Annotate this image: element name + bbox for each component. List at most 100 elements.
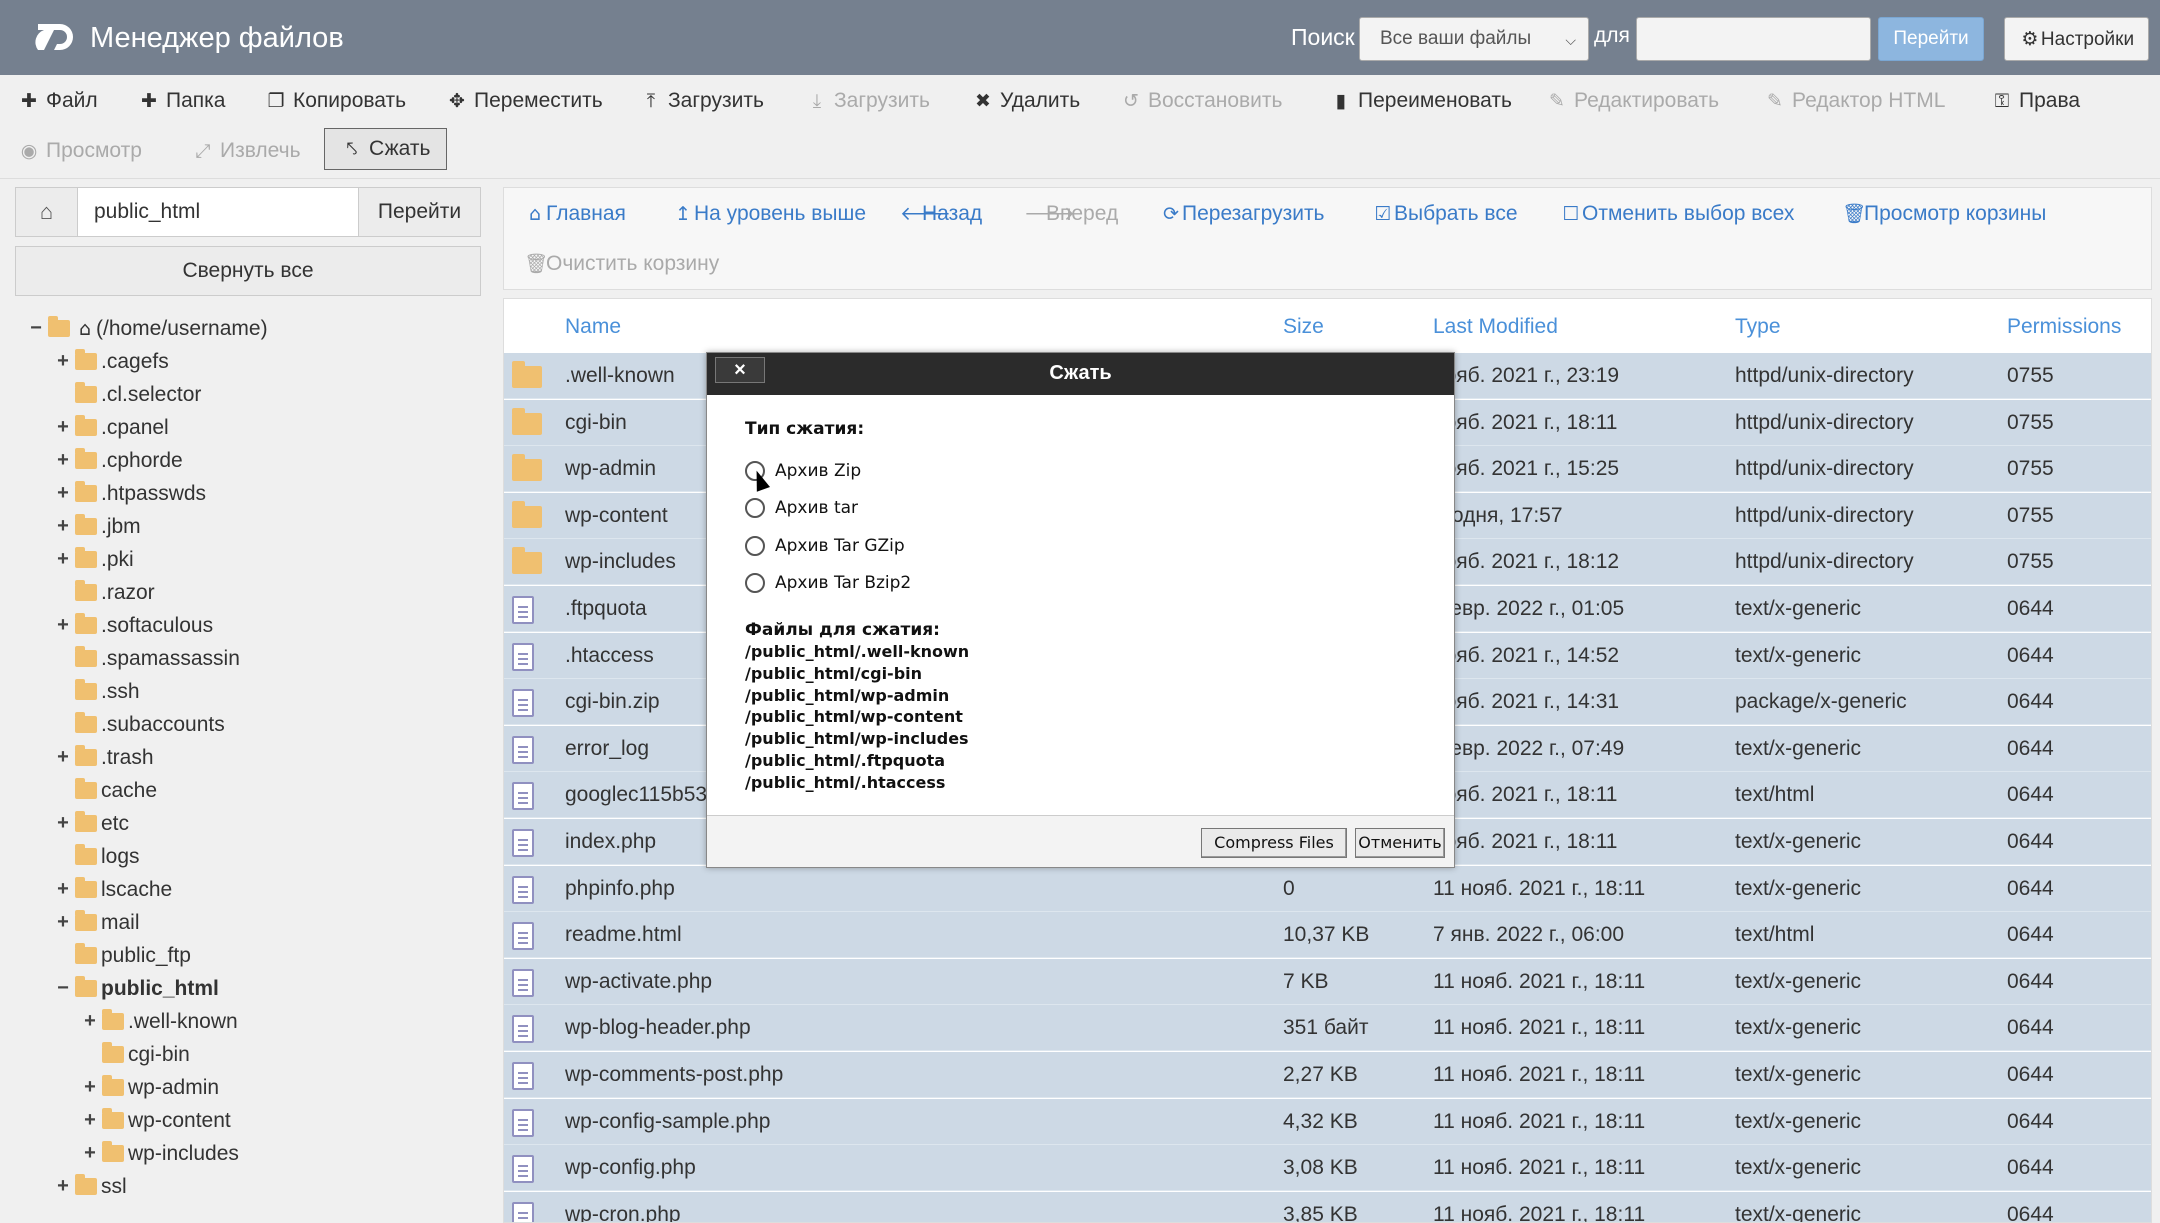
expand-icon[interactable]: + [82, 1010, 98, 1033]
search-scope-select[interactable]: Все ваши файлы ⌵ [1359, 17, 1589, 61]
nav-forward-button[interactable]: 🡒Вперед [1024, 202, 1118, 226]
tree-item[interactable]: + .htpasswds [55, 477, 206, 510]
tree-item[interactable]: + .trash [55, 741, 154, 774]
table-row[interactable]: wp-blog-header.php 351 байт 11 нояб. 2021 … [504, 1005, 2151, 1052]
expand-icon[interactable]: + [55, 515, 71, 538]
html-editor-button[interactable]: ✎ Редактор HTML [1764, 89, 1945, 113]
settings-button[interactable]: ⚙ Настройки [2004, 17, 2149, 61]
delete-button[interactable]: ✖ Удалить [972, 89, 1080, 113]
edit-button[interactable]: ✎ Редактировать [1546, 89, 1719, 113]
tree-item[interactable]: + lscache [55, 873, 172, 906]
tree-item[interactable]: .razor [55, 576, 155, 609]
download-button[interactable]: ⤓ Загрузить [806, 89, 930, 113]
expand-icon[interactable]: + [55, 812, 71, 835]
tree-item[interactable]: cgi-bin [82, 1038, 190, 1071]
expand-icon[interactable]: + [82, 1142, 98, 1165]
expand-icon[interactable]: + [55, 746, 71, 769]
compress-files-button[interactable]: Compress Files [1201, 828, 1347, 858]
expand-icon[interactable]: + [55, 449, 71, 472]
column-header-permissions[interactable]: Permissions [2007, 315, 2121, 339]
tree-item[interactable]: + .cpanel [55, 411, 169, 444]
nav-reload-button[interactable]: ⟳ Перезагрузить [1160, 202, 1324, 226]
tree-item[interactable]: + wp-includes [82, 1137, 239, 1170]
nav-back-button[interactable]: 🡐Назад [900, 202, 982, 226]
tree-item[interactable]: .spamassassin [55, 642, 240, 675]
folder-icon [75, 481, 97, 502]
dialog-close-button[interactable]: × [715, 357, 765, 383]
tree-item[interactable]: cache [55, 774, 157, 807]
expand-icon[interactable]: + [55, 350, 71, 373]
collapse-icon[interactable]: − [28, 317, 44, 340]
empty-trash-button[interactable]: 🗑Очистить корзину [524, 252, 719, 276]
view-button[interactable]: ◉ Просмотр [18, 139, 142, 163]
column-header-size[interactable]: Size [1283, 315, 1324, 339]
tree-item[interactable]: − ⌂ (/home/username) [28, 312, 268, 345]
table-row[interactable]: wp-config-sample.php 4,32 KB 11 нояб. 2021… [504, 1098, 2151, 1145]
tree-item[interactable]: .subaccounts [55, 708, 225, 741]
extract-button[interactable]: ⤢ Извлечь [192, 139, 300, 163]
table-row[interactable]: wp-cron.php 3,85 KB 11 нояб. 2021 г., 18:1… [504, 1191, 2151, 1222]
expand-icon[interactable]: + [55, 482, 71, 505]
search-input[interactable] [1636, 17, 1871, 61]
tree-item[interactable]: .cl.selector [55, 378, 201, 411]
column-header-name[interactable]: Name [565, 315, 621, 339]
column-header-modified[interactable]: Last Modified [1433, 315, 1558, 339]
table-row[interactable]: wp-comments-post.php 2,27 KB 11 нояб. 2021… [504, 1052, 2151, 1098]
search-go-button[interactable]: Перейти [1878, 17, 1984, 61]
path-input[interactable]: public_html [94, 200, 200, 224]
radio-button[interactable] [745, 536, 765, 556]
upload-button[interactable]: ⤒ Загрузить [640, 89, 764, 113]
column-header-type[interactable]: Type [1735, 315, 1781, 339]
compress-button[interactable]: ⤣ Сжать [324, 128, 448, 170]
tree-item[interactable]: + .jbm [55, 510, 141, 543]
expand-icon[interactable]: + [55, 614, 71, 637]
tree-item[interactable]: + .softaculous [55, 609, 213, 642]
radio-button[interactable] [745, 498, 765, 518]
tree-item[interactable]: − public_html [55, 972, 219, 1005]
tree-item[interactable]: + mail [55, 906, 140, 939]
tree-item[interactable]: .ssh [55, 675, 140, 708]
select-all-button[interactable]: ☑ Выбрать все [1372, 202, 1517, 226]
table-row[interactable]: phpinfo.php 0 11 нояб. 2021 г., 18:11 text/… [504, 865, 2151, 912]
table-row[interactable]: wp-config.php 3,08 KB 11 нояб. 2021 г., 18… [504, 1145, 2151, 1192]
move-button[interactable]: ✥ Переместить [446, 89, 603, 113]
tree-item[interactable]: + .pki [55, 543, 134, 576]
new-folder-button[interactable]: ✚ Папка [138, 89, 225, 113]
restore-button[interactable]: ↺ Восстановить [1120, 89, 1282, 113]
table-row[interactable]: wp-activate.php 7 KB 11 нояб. 2021 г., 18:… [504, 958, 2151, 1005]
expand-icon[interactable]: + [55, 416, 71, 439]
home-icon[interactable]: ⌂ [16, 188, 78, 236]
new-file-button[interactable]: ✚ Файл [18, 89, 98, 113]
rename-button[interactable]: ▮ Переименовать [1330, 89, 1512, 113]
tree-item[interactable]: + ssl [55, 1170, 127, 1203]
table-row[interactable]: readme.html 10,37 KB 7 янв. 2022 г., 06:00… [504, 912, 2151, 959]
view-trash-button[interactable]: 🗑Просмотр корзины [1842, 202, 2046, 226]
tree-item[interactable]: logs [55, 840, 140, 873]
nav-up-button[interactable]: ↥ На уровень выше [672, 202, 866, 226]
permissions-button[interactable]: ⚿ Права [1991, 89, 2080, 113]
tree-item[interactable]: + wp-content [82, 1104, 231, 1137]
radio-tar-bzip2[interactable]: Архив Tar Bzip2 [745, 573, 911, 593]
path-go-button[interactable]: Перейти [358, 188, 480, 236]
expand-icon[interactable]: + [55, 911, 71, 934]
tree-item[interactable]: + wp-admin [82, 1071, 219, 1104]
tree-item[interactable]: public_ftp [55, 939, 191, 972]
nav-home-button[interactable]: ⌂ Главная [524, 202, 626, 226]
tree-item[interactable]: + .cagefs [55, 345, 169, 378]
tree-item[interactable]: + .well-known [82, 1005, 238, 1038]
cancel-button[interactable]: Отменить [1355, 828, 1445, 858]
expand-icon[interactable]: + [55, 1175, 71, 1198]
copy-button[interactable]: ❐ Копировать [265, 89, 406, 113]
collapse-icon[interactable]: − [55, 977, 71, 1000]
collapse-all-button[interactable]: Свернуть все [15, 246, 481, 296]
radio-tar-gzip[interactable]: Архив Tar GZip [745, 536, 905, 556]
radio-button[interactable] [745, 573, 765, 593]
unselect-all-button[interactable]: ☐ Отменить выбор всех [1560, 202, 1794, 226]
radio-tar[interactable]: Архив tar [745, 498, 858, 518]
expand-icon[interactable]: + [82, 1076, 98, 1099]
expand-icon[interactable]: + [82, 1109, 98, 1132]
expand-icon[interactable]: + [55, 548, 71, 571]
tree-item[interactable]: + etc [55, 807, 129, 840]
expand-icon[interactable]: + [55, 878, 71, 901]
tree-item[interactable]: + .cphorde [55, 444, 183, 477]
